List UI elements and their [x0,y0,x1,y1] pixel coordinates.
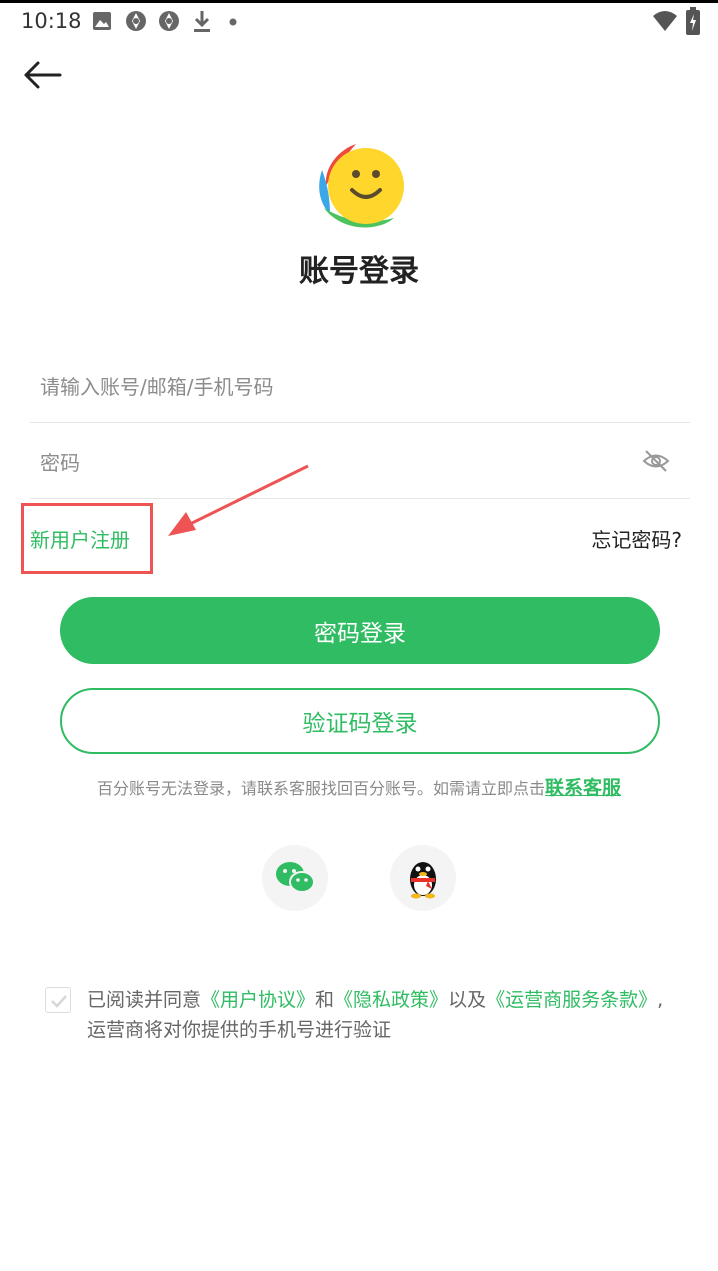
account-field [30,348,690,423]
arrow-left-icon [24,61,62,89]
agreement-prefix: 已阅读并同意 [87,989,202,1011]
agreement-and-also: 以及 [448,989,487,1011]
aperture-icon [126,11,146,31]
wifi-icon [653,11,677,31]
status-time: 10:18 [21,9,82,33]
qq-login-button[interactable] [390,845,456,911]
privacy-policy-link[interactable]: 《隐私政策》 [334,989,448,1011]
password-input[interactable] [38,444,632,482]
app-logo [319,144,404,228]
notice-text: 百分账号无法登录，请联系客服找回百分账号。如需请立即点击 [96,779,545,798]
agreement-text: 已阅读并同意《用户协议》和《隐私政策》以及《运营商服务条款》,运营商将对你提供的… [87,985,677,1045]
account-notice: 百分账号无法登录，请联系客服找回百分账号。如需请立即点击联系客服 [0,773,718,800]
contact-service-link[interactable]: 联系客服 [545,777,621,799]
password-login-button[interactable]: 密码登录 [60,597,660,664]
carrier-terms-link[interactable]: 《运营商服务条款》 [486,989,657,1011]
wechat-icon [276,862,315,893]
code-login-button[interactable]: 验证码登录 [60,688,660,754]
check-icon [51,995,67,1008]
dot-icon [229,18,237,26]
annotation-arrow [168,464,309,536]
back-button[interactable] [18,55,68,95]
wechat-login-button[interactable] [262,845,328,911]
image-icon [93,12,111,30]
user-agreement-link[interactable]: 《用户协议》 [201,989,315,1011]
toggle-password-visibility[interactable] [642,448,670,474]
forgot-password-link[interactable]: 忘记密码? [591,524,682,553]
agreement-and: 和 [315,989,335,1011]
battery-icon [686,7,700,35]
page-title: 账号登录 [299,254,419,289]
status-bar: 10:18 [0,3,718,43]
account-input[interactable] [38,368,632,406]
agreement-checkbox[interactable] [45,987,71,1013]
qq-icon [410,862,436,899]
password-field [30,424,690,499]
highlight-box [21,503,153,574]
aperture-icon [159,11,179,31]
eye-off-icon [642,450,670,472]
download-icon [194,11,210,32]
